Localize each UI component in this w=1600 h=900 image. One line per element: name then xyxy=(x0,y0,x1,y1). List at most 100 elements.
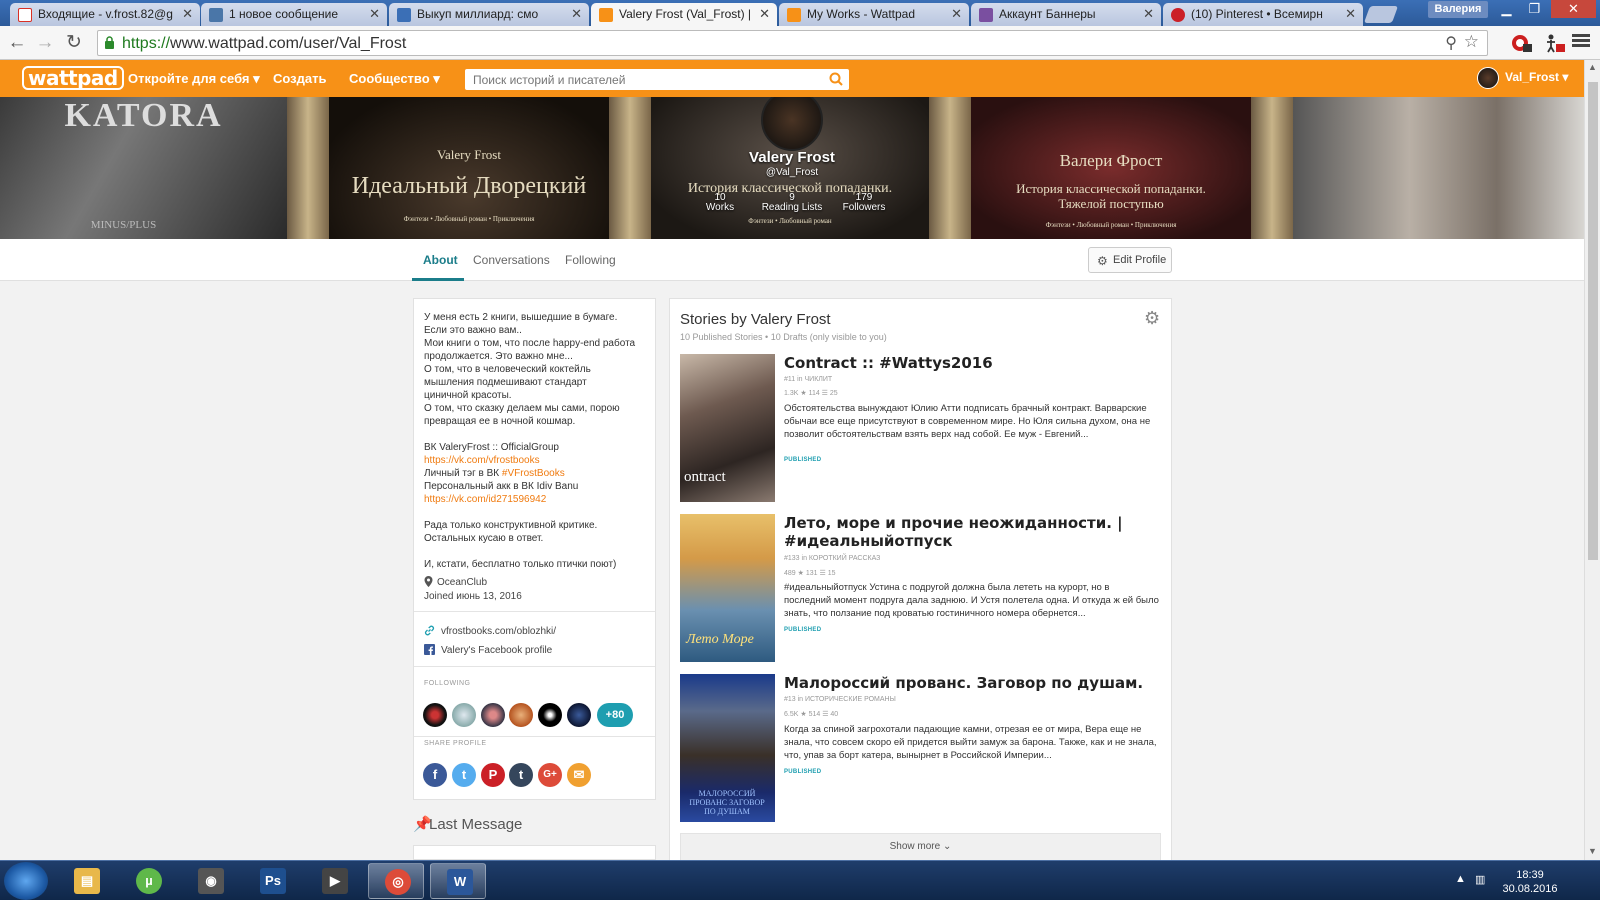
page-scrollbar[interactable]: ▲ ▼ xyxy=(1584,60,1600,860)
story-description: Когда за спиной загрохотали падающие кам… xyxy=(784,724,1157,761)
search-icon[interactable] xyxy=(829,72,843,86)
edit-profile-button[interactable]: ⚙ Edit Profile xyxy=(1088,247,1172,273)
share-email-button[interactable]: ✉ xyxy=(567,763,591,787)
browser-tab-pinterest[interactable]: (10) Pinterest • Всемирн ✕ xyxy=(1163,3,1363,26)
taskbar-camera[interactable]: ◉ xyxy=(182,863,238,899)
taskbar-photoshop[interactable]: Ps xyxy=(244,863,300,899)
story-item[interactable]: МАЛОРОССИЙ ПРОВАНС ЗАГОВОР ПО ДУШАМ Мало… xyxy=(680,674,1165,824)
following-avatar[interactable] xyxy=(423,703,447,727)
story-status: PUBLISHED xyxy=(784,457,822,463)
story-cover[interactable]: Лето Море xyxy=(680,514,775,662)
back-arrow-icon[interactable]: ← xyxy=(5,31,29,55)
website-link[interactable]: vfrostbooks.com/oblozhki/ xyxy=(424,625,556,637)
word-icon: W xyxy=(447,869,473,895)
close-icon[interactable]: ✕ xyxy=(369,6,380,22)
bio-tag-link[interactable]: #VFrostBooks xyxy=(502,468,565,479)
search-input[interactable] xyxy=(465,69,805,90)
new-tab-button[interactable] xyxy=(1363,6,1399,23)
browser-tab-my-works[interactable]: My Works - Wattpad ✕ xyxy=(779,3,969,26)
story-cover[interactable]: МАЛОРОССИЙ ПРОВАНС ЗАГОВОР ПО ДУШАМ xyxy=(680,674,775,822)
story-status: PUBLISHED xyxy=(784,627,822,633)
nav-create[interactable]: Создать xyxy=(273,71,326,86)
browser-tab-banners[interactable]: Аккаунт Баннеры ✕ xyxy=(971,3,1161,26)
windows-start-icon[interactable] xyxy=(4,862,48,900)
window-close-icon[interactable]: ✕ xyxy=(1551,0,1596,18)
reload-icon[interactable]: ↻ xyxy=(62,31,86,55)
taskbar-utorrent[interactable]: µ xyxy=(120,863,176,899)
following-avatar[interactable] xyxy=(567,703,591,727)
share-facebook-button[interactable]: f xyxy=(423,763,447,787)
divider xyxy=(414,611,655,612)
tray-expand-icon[interactable]: ▲ xyxy=(1455,873,1466,885)
scrollbar-thumb[interactable] xyxy=(1588,82,1598,560)
story-title[interactable]: Contract :: #Wattys2016 xyxy=(784,354,1164,372)
story-cover[interactable]: ontract xyxy=(680,354,775,502)
window-user-badge[interactable]: Валерия xyxy=(1428,1,1488,18)
following-avatar[interactable] xyxy=(509,703,533,727)
website-text: vfrostbooks.com/oblozhki/ xyxy=(441,626,557,637)
close-icon[interactable]: ✕ xyxy=(1143,6,1154,22)
close-icon[interactable]: ✕ xyxy=(759,6,770,22)
stat-label: Followers xyxy=(842,202,886,213)
gear-icon[interactable]: ⚙ xyxy=(1144,308,1160,329)
taskbar-explorer[interactable]: ▤ xyxy=(58,863,114,899)
system-clock[interactable]: 18:39 30.08.2016 xyxy=(1490,868,1570,896)
accessibility-extension-icon[interactable] xyxy=(1543,33,1565,53)
scroll-up-icon[interactable]: ▲ xyxy=(1588,62,1597,72)
nav-discover[interactable]: Откройте для себя ▾ xyxy=(128,71,260,87)
taskbar-media[interactable]: ▶ xyxy=(306,863,362,899)
zoom-icon[interactable]: ⚲ xyxy=(1445,33,1457,53)
close-icon[interactable]: ✕ xyxy=(182,6,193,22)
network-icon[interactable]: ▥ xyxy=(1475,873,1485,886)
stories-subtitle: 10 Published Stories • 10 Drafts (only v… xyxy=(680,332,887,342)
following-avatar[interactable] xyxy=(452,703,476,727)
tab-about[interactable]: About xyxy=(423,253,458,267)
share-header: SHARE PROFILE xyxy=(424,740,487,747)
nav-community[interactable]: Сообщество ▾ xyxy=(349,71,440,87)
camera-icon: ◉ xyxy=(198,868,224,894)
facebook-link[interactable]: Valery's Facebook profile xyxy=(424,644,552,656)
taskbar-word[interactable]: W xyxy=(430,863,486,899)
share-googleplus-button[interactable]: G+ xyxy=(538,763,562,787)
following-avatar[interactable] xyxy=(538,703,562,727)
story-item[interactable]: Лето Море Лето, море и прочие неожиданно… xyxy=(680,514,1165,664)
browser-menu-icon[interactable] xyxy=(1572,32,1590,50)
user-menu[interactable]: Val_Frost ▾ xyxy=(1477,67,1568,89)
browser-tab-article[interactable]: Выкуп миллиард: смо ✕ xyxy=(389,3,589,26)
stat-followers[interactable]: 179 Followers xyxy=(824,193,904,213)
browser-tab-vk-message[interactable]: 1 новое сообщение ✕ xyxy=(201,3,387,26)
close-icon[interactable]: ✕ xyxy=(1345,6,1356,22)
stat-reading-lists[interactable]: 9 Reading Lists xyxy=(752,193,832,213)
stat-works[interactable]: 10 Works xyxy=(680,193,760,213)
story-item[interactable]: ontract Contract :: #Wattys2016 #11 in Ч… xyxy=(680,354,1165,504)
divider xyxy=(414,666,655,667)
show-more-button[interactable]: Show more ⌄ xyxy=(680,833,1161,861)
address-bar[interactable]: https://www.wattpad.com/user/Val_Frost ⚲… xyxy=(97,30,1488,56)
tab-following[interactable]: Following xyxy=(565,253,616,267)
share-tumblr-button[interactable]: t xyxy=(509,763,533,787)
close-icon[interactable]: ✕ xyxy=(571,6,582,22)
browser-tab-wattpad-profile[interactable]: Valery Frost (Val_Frost) | F ✕ xyxy=(591,3,777,27)
maximize-icon[interactable]: ❐ xyxy=(1521,0,1548,18)
story-title[interactable]: Лето, море и прочие неожиданности. | #ид… xyxy=(784,514,1164,550)
share-pinterest-button[interactable]: P xyxy=(481,763,505,787)
opera-extension-icon[interactable] xyxy=(1510,33,1532,53)
following-avatar[interactable] xyxy=(481,703,505,727)
close-icon[interactable]: ✕ xyxy=(951,6,962,22)
bio-personal-link[interactable]: https://vk.com/id271596942 xyxy=(424,493,649,506)
tab-conversations[interactable]: Conversations xyxy=(473,253,550,267)
bookmark-star-icon[interactable]: ☆ xyxy=(1464,32,1479,52)
bio-note: И, кстати, бесплатно только птички поют) xyxy=(424,559,617,570)
taskbar-chrome[interactable]: ◎ xyxy=(368,863,424,899)
bio-vk-group-link[interactable]: https://vk.com/vfrostbooks xyxy=(424,454,649,467)
story-title[interactable]: Малороссий прованс. Заговор по душам. xyxy=(784,674,1164,692)
wattpad-logo[interactable]: wattpad xyxy=(22,66,124,90)
email-icon: ✉ xyxy=(573,767,585,782)
scroll-down-icon[interactable]: ▼ xyxy=(1588,846,1597,856)
more-followings-button[interactable]: +80 xyxy=(597,703,633,727)
forward-arrow-icon[interactable]: → xyxy=(33,31,57,55)
browser-tab-gmail[interactable]: Входящие - v.frost.82@g ✕ xyxy=(10,3,200,26)
url-scheme: https:// xyxy=(122,35,171,52)
minimize-icon[interactable]: ▁ xyxy=(1493,0,1520,18)
share-twitter-button[interactable]: t xyxy=(452,763,476,787)
